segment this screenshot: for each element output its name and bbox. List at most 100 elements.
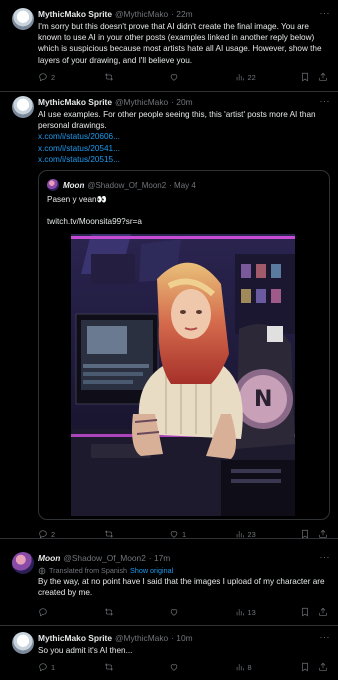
bookmark-share-group [300,72,328,82]
reply-count: 2 [51,72,56,82]
author-name[interactable]: MythicMako Sprite [38,9,112,19]
quote-author-name: Moon [63,180,85,190]
more-options-button[interactable]: ··· [320,8,331,18]
quote-avatar [47,179,59,191]
author-handle[interactable]: @MythicMako [115,97,168,107]
tweet-text: So you admit it's AI then... [38,646,133,655]
reply-button[interactable]: 2 [38,72,90,82]
like-button[interactable] [169,72,221,82]
gaming-room-illustration: N [71,234,295,516]
reply-icon [38,662,48,672]
bookmark-icon[interactable] [300,607,310,617]
share-icon[interactable] [318,529,328,539]
more-options-button[interactable]: ··· [320,96,331,106]
views-icon [235,607,245,617]
repost-icon [104,529,114,539]
timestamp[interactable]: · 10m [171,633,192,643]
translated-label: Translated from Spanish [49,566,128,575]
tweet[interactable]: MythicMako Sprite @MythicMako · 10m ··· … [0,626,338,680]
tweet-header: MythicMako Sprite @MythicMako · 22m [38,8,330,20]
like-button[interactable] [169,662,221,672]
quote-author-handle: @Shadow_Of_Moon2 [87,180,167,190]
timestamp[interactable]: · 22m [171,9,192,19]
avatar[interactable] [12,96,34,118]
quote-media-image[interactable]: N [71,234,295,516]
share-icon[interactable] [318,607,328,617]
tweet-actions: 2 22 [38,71,328,83]
reply-button[interactable] [38,607,90,617]
tweet[interactable]: MythicMako Sprite @MythicMako · 20m ··· … [0,92,338,539]
repost-icon [104,662,114,672]
tweet[interactable]: MythicMako Sprite @MythicMako · 22m ··· … [0,0,338,92]
tweet[interactable]: Moon @Shadow_Of_Moon2 · 17m ··· Translat… [0,546,338,626]
bookmark-share-group [300,607,328,617]
translate-icon [38,567,46,574]
timestamp[interactable]: · 20m [171,97,192,107]
like-icon [169,607,179,617]
views-count: 23 [247,529,256,539]
tweet-actions: 13 [38,606,328,618]
timestamp[interactable]: · 17m [149,553,170,563]
reply-icon [38,72,48,82]
author-name[interactable]: Moon [38,553,60,563]
reply-button[interactable]: 2 [38,529,90,539]
views-button[interactable]: 23 [235,529,287,539]
quote-header: Moon @Shadow_Of_Moon2 · May 4 [47,179,196,191]
more-options-button[interactable]: ··· [320,632,331,642]
author-handle[interactable]: @MythicMako [115,633,168,643]
views-button[interactable]: 22 [235,72,287,82]
quote-text: Pasen y vean👀 [47,195,107,204]
tweet-text: I'm sorry but this doesn't prove that AI… [38,22,322,65]
tweet-text: By the way, at no point have I said that… [38,577,325,598]
reply-icon [38,607,48,617]
tweet-header: Moon @Shadow_Of_Moon2 · 17m [38,552,330,564]
show-original-link[interactable]: Show original [130,566,173,575]
tweet-header: MythicMako Sprite @MythicMako · 20m [38,96,330,108]
tweet-header: MythicMako Sprite @MythicMako · 10m [38,632,330,644]
bookmark-icon[interactable] [300,662,310,672]
status-link[interactable]: x.com/i/status/20515... [38,154,330,165]
views-count: 13 [247,607,256,617]
like-count: 1 [182,529,187,539]
more-options-button[interactable]: ··· [320,552,331,562]
views-count: 22 [247,72,256,82]
translation-notice: Translated from Spanish Show original [38,566,330,575]
quote-timestamp: · May 4 [169,180,196,190]
reply-button[interactable]: 1 [38,662,90,672]
repost-icon [104,72,114,82]
tweet-actions: 2 1 23 [38,528,328,540]
bookmark-icon[interactable] [300,529,310,539]
views-icon [235,529,245,539]
repost-button[interactable] [104,529,156,539]
reply-count: 1 [51,662,56,672]
like-button[interactable] [169,607,221,617]
like-icon [169,662,179,672]
share-icon[interactable] [318,72,328,82]
repost-button[interactable] [104,662,156,672]
tweet-text: AI use examples. For other people seeing… [38,110,316,131]
repost-button[interactable] [104,607,156,617]
views-icon [235,662,245,672]
avatar[interactable] [12,552,34,574]
bookmark-share-group [300,662,328,672]
views-button[interactable]: 8 [235,662,287,672]
author-handle[interactable]: @Shadow_Of_Moon2 [63,553,146,563]
reply-icon [38,529,48,539]
views-count: 8 [247,662,252,672]
share-icon[interactable] [318,662,328,672]
status-link[interactable]: x.com/i/status/20606... [38,131,330,142]
author-name[interactable]: MythicMako Sprite [38,97,112,107]
status-link[interactable]: x.com/i/status/20541... [38,143,330,154]
bookmark-icon[interactable] [300,72,310,82]
quote-url: twitch.tv/Moonsita99?sr=a [47,217,142,226]
views-button[interactable]: 13 [235,607,287,617]
quoted-tweet[interactable]: Moon @Shadow_Of_Moon2 · May 4 Pasen y ve… [38,170,330,520]
avatar[interactable] [12,632,34,654]
repost-button[interactable] [104,72,156,82]
like-icon [169,72,179,82]
avatar[interactable] [12,8,34,30]
like-button[interactable]: 1 [169,529,221,539]
author-handle[interactable]: @MythicMako [115,9,168,19]
author-name[interactable]: MythicMako Sprite [38,633,112,643]
svg-text:N: N [254,387,272,412]
